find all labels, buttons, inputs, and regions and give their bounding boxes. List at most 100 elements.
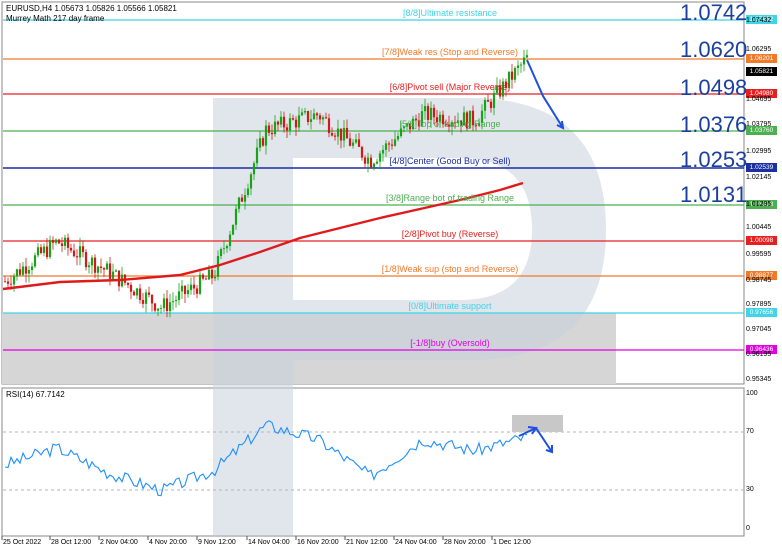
candle-body — [369, 157, 373, 168]
x-axis-label-4: 9 Nov 12:00 — [198, 539, 236, 546]
x-axis-label-9: 28 Nov 20:00 — [444, 539, 486, 546]
candle-body — [225, 246, 229, 249]
candle-body — [213, 276, 217, 279]
candle-body — [138, 288, 142, 300]
candle-body — [330, 133, 334, 136]
candle-body — [180, 285, 184, 292]
x-axis-label-6: 16 Nov 20:00 — [297, 539, 339, 546]
rsi-axis-0: 0 — [746, 525, 750, 532]
candle-body — [114, 270, 118, 272]
price-axis-label-11: 0.97895 — [746, 301, 772, 308]
candle-body — [195, 288, 199, 294]
candle-body — [393, 139, 397, 146]
candle-body — [72, 250, 76, 257]
price-axis-label-7: 1.01295 — [746, 201, 772, 208]
candle-body — [309, 119, 313, 123]
murrey-label-1: [7/8]Weak res (Stop and Reverse) — [382, 47, 518, 57]
candle-body — [159, 308, 163, 309]
candle-body — [21, 266, 25, 275]
candle-body — [261, 138, 265, 146]
murrey-price-tag-6: 1.00098 — [746, 236, 777, 245]
x-axis-label-2: 2 Nov 04:00 — [100, 539, 138, 546]
candle-body — [240, 197, 244, 202]
candle-body — [288, 118, 292, 131]
candle-body — [99, 266, 103, 269]
murrey-label-2: [6/8]Pivot sell (Major Reverse) — [389, 82, 511, 92]
candle-body — [45, 246, 49, 258]
candle-body — [117, 270, 121, 287]
murrey-label-6: [2/8]Pivot buy (Reverse) — [401, 229, 499, 239]
candle-body — [375, 161, 379, 164]
candle-body — [15, 269, 19, 277]
candle-body — [168, 302, 172, 312]
rsi-panel-frame — [1, 387, 745, 537]
big-level-5: 1.0131 — [680, 182, 748, 207]
candle-body — [27, 269, 31, 274]
price-axis-label-9: 0.99595 — [746, 251, 772, 258]
candle-body — [279, 116, 283, 125]
candle-body — [387, 143, 391, 145]
big-level-4: 1.0253 — [680, 147, 748, 172]
price-axis-label-13: 0.96195 — [746, 351, 772, 358]
murrey-price-tag-8: 0.97656 — [746, 308, 777, 317]
candle-body — [36, 247, 40, 256]
candle-body — [162, 298, 166, 309]
candle-body — [267, 125, 271, 133]
candle-body — [153, 303, 157, 311]
candle-body — [366, 157, 370, 164]
price-axis-label-8: 1.00445 — [746, 224, 772, 231]
big-level-2: 1.0498 — [680, 75, 748, 100]
candle-body — [84, 252, 88, 268]
candle-body — [432, 107, 436, 118]
candle-body — [333, 135, 337, 137]
candle-body — [174, 300, 178, 302]
candle-body — [204, 278, 208, 280]
candle-body — [222, 248, 226, 250]
candle-body — [75, 256, 79, 258]
x-axis-label-10: 1 Dec 12:00 — [493, 539, 531, 546]
candle-body — [219, 249, 223, 257]
murrey-label-7: [1/8]Weak sup (stop and Reverse) — [381, 264, 519, 274]
candle-body — [312, 113, 316, 120]
x-axis-label-3: 4 Nov 20:00 — [149, 539, 187, 546]
candle-body — [66, 237, 70, 248]
candle-body — [345, 127, 349, 139]
candle-body — [39, 247, 43, 253]
candle-body — [33, 255, 37, 267]
candle-body — [165, 298, 169, 312]
candle-body — [54, 239, 58, 243]
candle-body — [297, 115, 301, 128]
candle-body — [351, 142, 355, 146]
candle-body — [96, 266, 100, 273]
candle-body — [237, 197, 241, 209]
candle-body — [231, 224, 235, 235]
rsi-label: RSI(14) 67.7142 — [6, 390, 65, 399]
candle-body — [396, 136, 400, 140]
candle-body — [108, 263, 112, 279]
murrey-label-9: [-1/8]buy (Oversold) — [410, 338, 490, 348]
candle-body — [510, 71, 514, 80]
price-axis-label-0: 1.07432 — [746, 17, 772, 24]
candle-body — [57, 239, 61, 244]
candle-body — [24, 266, 28, 274]
candle-body — [372, 163, 376, 168]
candle-body — [150, 294, 154, 304]
candle-body — [171, 301, 175, 303]
candle-body — [522, 57, 526, 65]
price-axis-label-1: 1.06295 — [746, 46, 772, 53]
candle-body — [336, 128, 340, 137]
candle-body — [60, 243, 64, 246]
x-axis-label-7: 21 Nov 12:00 — [346, 539, 388, 546]
price-axis-label-6: 1.02145 — [746, 174, 772, 181]
candle-body — [273, 121, 277, 135]
murrey-price-tag-1: 1.06201 — [746, 54, 777, 63]
candle-body — [489, 101, 493, 109]
candle-body — [63, 237, 67, 246]
candle-body — [132, 291, 136, 296]
price-axis-label-5: 1.02995 — [746, 148, 772, 155]
candle-body — [141, 299, 145, 304]
candle-body — [183, 285, 187, 295]
candle-body — [324, 117, 328, 119]
candle-body — [234, 208, 238, 225]
candle-body — [228, 234, 232, 247]
